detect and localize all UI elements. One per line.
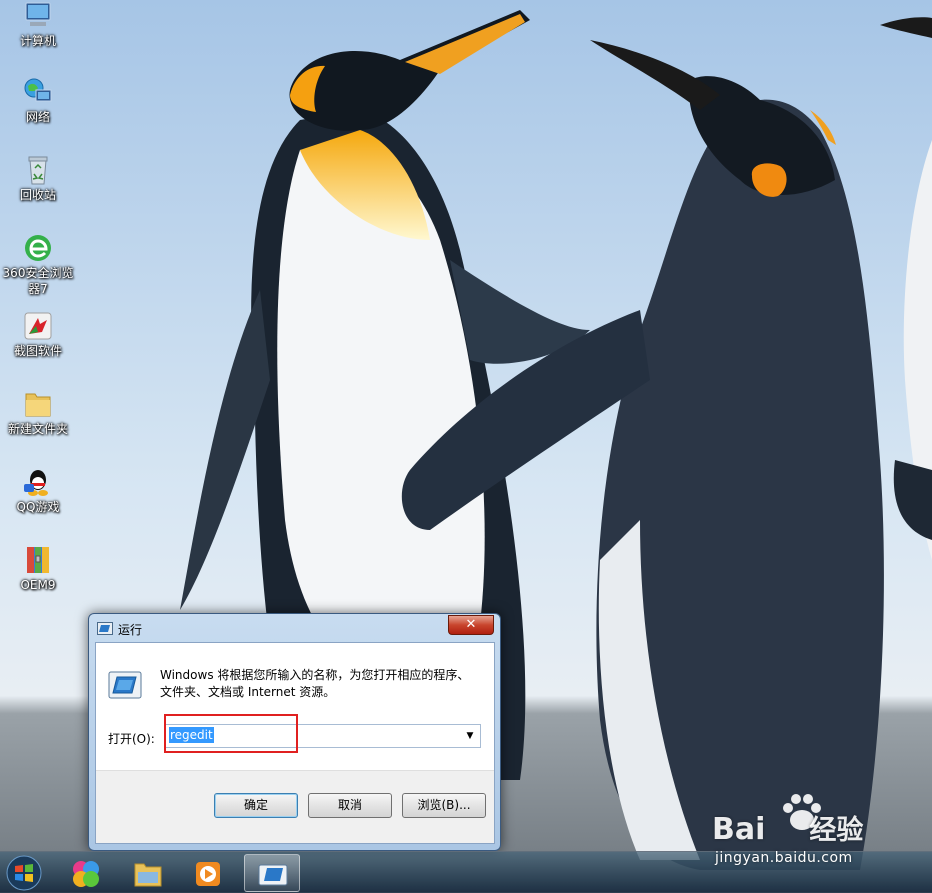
desktop-icon-qq-games[interactable]: QQ游戏 [0, 466, 76, 515]
close-button[interactable]: ✕ [448, 615, 494, 635]
desktop-icon-label: 截图软件 [13, 344, 62, 358]
dialog-body: Windows 将根据您所输入的名称，为您打开相应的程序、文件夹、文档或 Int… [95, 642, 495, 844]
run-icon [258, 864, 288, 886]
watermark-brand-latin: Bai [712, 812, 766, 847]
desktop-icon-label: OEM9 [20, 578, 56, 592]
desktop-icon-computer[interactable]: 计算机 [0, 0, 76, 49]
media-center-icon [73, 861, 99, 887]
open-label: 打开(O): [108, 732, 155, 746]
watermark-url: jingyan.baidu.com [715, 850, 853, 866]
recycle-bin-icon [28, 156, 48, 185]
desktop-icon-label: 网络 [25, 110, 50, 124]
desktop-icon-oem9[interactable]: OEM9 [0, 544, 76, 593]
taskbar-media-center[interactable] [58, 854, 114, 892]
watermark-brand-cn: 经验 [809, 815, 864, 846]
screenshot-app-icon [24, 312, 52, 340]
qq-games-icon [24, 470, 48, 496]
computer-icon [25, 2, 51, 26]
taskbar-explorer[interactable] [120, 854, 176, 892]
desktop-icon-label: 新建文件夹 [7, 422, 68, 436]
annotation-highlight-box [164, 714, 298, 753]
cancel-button[interactable]: 取消 [308, 793, 392, 818]
taskbar-media-player[interactable] [180, 854, 236, 892]
dialog-title: 运行 [118, 623, 143, 637]
baidu-watermark: Bai 经验 jingyan.baidu.com [712, 790, 912, 870]
desktop-icon-360-browser[interactable]: 360安全浏览器7 [0, 232, 76, 297]
watermark-brand: Bai 经验 [712, 808, 863, 847]
desktop-icon-recycle-bin[interactable]: 回收站 [0, 154, 76, 203]
start-orb-icon[interactable] [4, 853, 44, 893]
run-dialog: 运行 ✕ Windows 将根据您所输入的名称，为您打开相应的程序、文件夹、文档… [88, 613, 501, 851]
desktop-icon-label: 计算机 [19, 34, 56, 48]
desktop-icon-new-folder[interactable]: 新建文件夹 [0, 388, 76, 437]
explorer-icon [134, 863, 162, 887]
dialog-titlebar[interactable]: 运行 ✕ [89, 614, 500, 642]
dialog-description: Windows 将根据您所输入的名称，为您打开相应的程序、文件夹、文档或 Int… [160, 668, 470, 699]
desktop-icon-label: 360安全浏览器7 [2, 266, 74, 296]
browse-button[interactable]: 浏览(B)... [402, 793, 486, 818]
media-player-icon [196, 862, 220, 886]
archive-icon [27, 547, 49, 573]
run-icon [108, 671, 142, 699]
desktop-icon-network[interactable]: 网络 [0, 76, 76, 125]
run-icon [97, 622, 113, 635]
network-icon [24, 78, 52, 102]
desktop-icon-label: 回收站 [19, 188, 56, 202]
dropdown-arrow-icon[interactable]: ▼ [462, 725, 478, 747]
folder-icon [25, 393, 51, 417]
desktop-icon-label: QQ游戏 [16, 500, 60, 514]
desktop-icon-screenshot-app[interactable]: 截图软件 [0, 310, 76, 359]
browser-360-icon [25, 235, 51, 261]
taskbar-run[interactable] [244, 854, 300, 892]
ok-button[interactable]: 确定 [214, 793, 298, 818]
